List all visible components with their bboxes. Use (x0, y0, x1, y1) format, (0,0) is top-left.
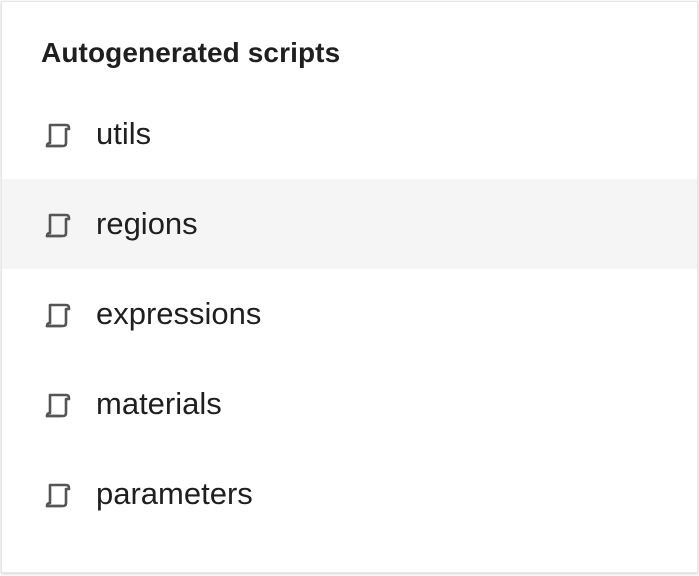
script-scroll-icon (42, 388, 74, 420)
script-item-expressions[interactable]: expressions (2, 269, 697, 359)
script-item-regions[interactable]: regions (2, 179, 697, 269)
script-scroll-icon (42, 208, 74, 240)
script-item-label: utils (96, 116, 152, 151)
script-item-label: regions (96, 206, 198, 241)
script-scroll-icon (42, 478, 74, 510)
scripts-panel: Autogenerated scripts utils regions expr… (1, 1, 698, 573)
script-item-label: materials (96, 386, 222, 421)
panel-title: Autogenerated scripts (41, 37, 341, 68)
script-item-label: parameters (96, 476, 253, 511)
script-scroll-icon (42, 118, 74, 150)
script-item-parameters[interactable]: parameters (2, 449, 697, 539)
script-scroll-icon (42, 298, 74, 330)
script-item-utils[interactable]: utils (2, 89, 697, 179)
script-item-label: expressions (96, 296, 262, 331)
script-list: utils regions expressions materials para… (2, 89, 697, 539)
script-item-materials[interactable]: materials (2, 359, 697, 449)
